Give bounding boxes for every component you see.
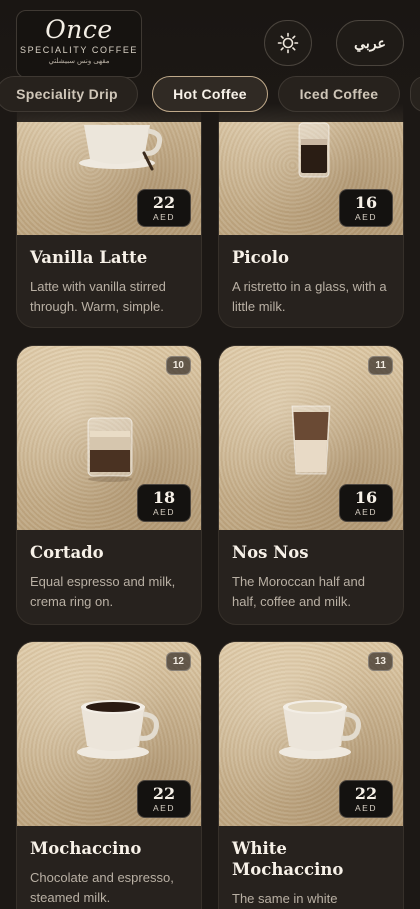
nosnos-glass-icon [291, 405, 331, 475]
product-image: 12 22 AED [17, 642, 201, 826]
mochaccino-cup-icon [77, 700, 159, 759]
price-currency: AED [153, 507, 175, 517]
price-value: 16 [354, 193, 378, 212]
tab-speciality-drip[interactable]: Speciality Drip [0, 76, 138, 112]
language-toggle-button[interactable]: عربي [336, 20, 404, 66]
price-currency: AED [355, 803, 377, 813]
app-header: Once SPECIALITY COFFEE مقهى ونس سبيشلتي … [0, 0, 420, 122]
price-value: 22 [354, 784, 378, 803]
product-name: Picolo [232, 248, 290, 267]
product-name: Vanilla Latte [30, 248, 148, 267]
tab-iced-coffee[interactable]: Iced Coffee [278, 76, 400, 112]
price-tag: 22 AED [137, 780, 191, 818]
cortado-glass-icon [87, 417, 133, 482]
product-card[interactable]: 10 18 AED Cortado Equal espresso and mil… [16, 345, 202, 625]
latte-cup-icon [79, 125, 163, 171]
product-image: 13 22 AED [219, 642, 403, 826]
category-tabs: Speciality Drip Hot Coffee Iced Coffee [0, 76, 420, 112]
product-number: 11 [368, 356, 393, 375]
product-number: 13 [367, 652, 393, 671]
price-currency: AED [355, 507, 377, 517]
product-card[interactable]: 11 16 AED Nos Nos The Moroccan half and … [218, 345, 404, 625]
logo-arabic: مقهى ونس سبيشلتي [48, 58, 110, 65]
price-tag: 22 AED [137, 189, 191, 227]
picolo-glass-icon [298, 122, 330, 178]
tab-next-partial[interactable] [410, 76, 420, 112]
product-image: 11 16 AED [219, 346, 403, 530]
product-description: The same in white [232, 891, 338, 906]
product-name: White Mochaccino [232, 839, 344, 879]
product-number: 12 [165, 652, 191, 671]
product-description: Equal espresso and milk, crema ring on. [30, 574, 176, 609]
brand-logo[interactable]: Once SPECIALITY COFFEE مقهى ونس سبيشلتي [16, 10, 142, 78]
price-tag: 16 AED [339, 189, 393, 227]
price-currency: AED [355, 212, 377, 222]
price-value: 22 [152, 193, 176, 212]
product-name: Nos Nos [232, 543, 309, 562]
product-card[interactable]: 12 22 AED Mochaccino Chocolate and espre… [16, 641, 202, 909]
product-image: 10 18 AED [17, 346, 201, 530]
price-currency: AED [153, 212, 175, 222]
logo-subtitle: SPECIALITY COFFEE [19, 45, 139, 55]
price-tag: 18 AED [137, 484, 191, 522]
product-grid: 22 AED Vanilla Latte Latte with vanilla … [0, 0, 420, 909]
white-mochaccino-cup-icon [279, 700, 361, 759]
product-description: A ristretto in a glass, with a little mi… [232, 279, 387, 314]
product-card[interactable]: 13 22 AED White Mochaccino The same in w… [218, 641, 404, 909]
price-value: 22 [152, 784, 176, 803]
theme-toggle-button[interactable] [264, 20, 312, 66]
price-tag: 16 AED [339, 484, 393, 522]
price-value: 18 [152, 488, 176, 507]
product-description: Chocolate and espresso, steamed milk. [30, 870, 174, 905]
sun-icon [277, 32, 299, 54]
price-currency: AED [153, 803, 175, 813]
product-number: 10 [165, 356, 191, 375]
product-description: Latte with vanilla stirred through. Warm… [30, 279, 166, 314]
product-description: The Moroccan half and half, coffee and m… [232, 574, 365, 609]
product-name: Cortado [30, 543, 104, 562]
price-tag: 22 AED [339, 780, 393, 818]
price-value: 16 [354, 488, 378, 507]
logo-wordmark: Once [45, 15, 113, 44]
product-name: Mochaccino [30, 839, 142, 858]
tab-hot-coffee[interactable]: Hot Coffee [152, 76, 268, 112]
